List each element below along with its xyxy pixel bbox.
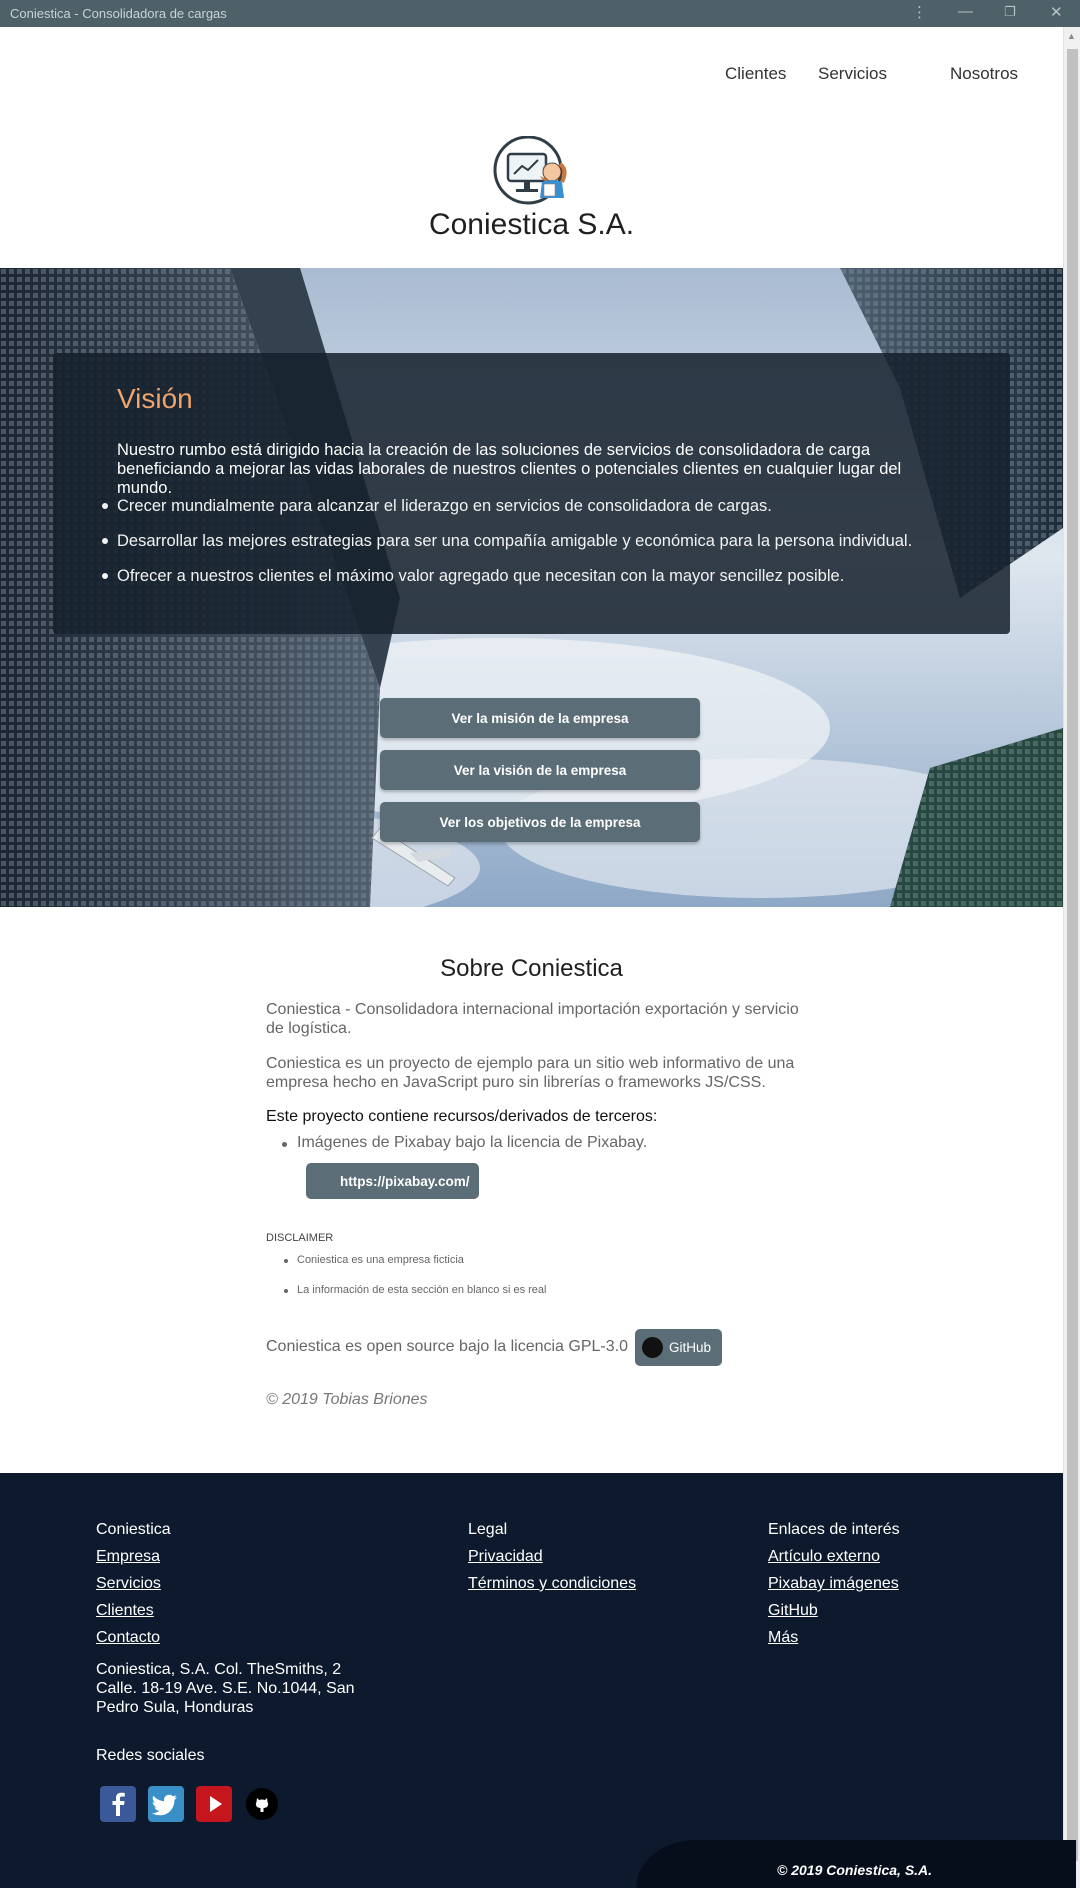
- vision-points: Crecer mundialmente para alcanzar el lid…: [102, 497, 977, 602]
- license-text: Coniestica es open source bajo la licenc…: [266, 1338, 628, 1355]
- footer-link-empresa[interactable]: Empresa: [96, 1548, 160, 1566]
- window-titlebar: Coniestica - Consolidadora de cargas ⋮ —…: [0, 0, 1080, 27]
- list-bullet: [284, 1289, 288, 1293]
- about-copyright: © 2019 Tobias Briones: [266, 1391, 428, 1408]
- footer-link-mas[interactable]: Más: [768, 1629, 798, 1647]
- scroll-up-icon[interactable]: ▲: [1067, 31, 1076, 41]
- footer-col3-heading: Enlaces de interés: [768, 1521, 900, 1538]
- nav-clientes[interactable]: Clientes: [725, 64, 786, 84]
- vision-point: Crecer mundialmente para alcanzar el lid…: [102, 497, 977, 532]
- github-icon[interactable]: [244, 1786, 280, 1822]
- footer-col2-heading: Legal: [468, 1521, 508, 1538]
- footer-link-terminos[interactable]: Términos y condiciones: [468, 1575, 636, 1593]
- github-button[interactable]: GitHub: [635, 1329, 722, 1366]
- view-objectives-button[interactable]: Ver los objetivos de la empresa: [380, 802, 700, 842]
- list-bullet: [282, 1142, 287, 1147]
- site-footer: Coniestica Empresa Servicios Clientes Co…: [0, 1473, 1076, 1888]
- close-icon[interactable]: ✕: [1050, 3, 1063, 21]
- vision-title: Visión: [117, 383, 193, 414]
- vision-point: Ofrecer a nuestros clientes el máximo va…: [102, 567, 977, 602]
- more-options-icon[interactable]: ⋮: [912, 3, 927, 21]
- restore-icon[interactable]: ❐: [1004, 4, 1016, 20]
- footer-link-github[interactable]: GitHub: [768, 1602, 818, 1620]
- github-icon: [642, 1337, 663, 1358]
- window-title: Coniestica - Consolidadora de cargas: [10, 6, 227, 21]
- about-title: Sobre Coniestica: [440, 955, 623, 982]
- vision-panel: Visión Nuestro rumbo está dirigido hacia…: [53, 353, 1010, 634]
- footer-link-contacto[interactable]: Contacto: [96, 1629, 160, 1647]
- footer-address: Coniestica, S.A. Col. TheSmiths, 2 Calle…: [96, 1661, 355, 1716]
- footer-link-servicios[interactable]: Servicios: [96, 1575, 161, 1593]
- footer-link-privacidad[interactable]: Privacidad: [468, 1548, 543, 1566]
- scrollbar[interactable]: ▲ ▼: [1063, 27, 1080, 1888]
- footer-link-pixabay[interactable]: Pixabay imágenes: [768, 1575, 899, 1593]
- brand-title: Coniestica S.A.: [428, 208, 635, 241]
- vision-point: Desarrollar las mejores estrategias para…: [102, 532, 977, 567]
- disclaimer-item: Coniestica es una empresa ficticia: [297, 1254, 464, 1266]
- nav-servicios[interactable]: Servicios: [818, 64, 887, 84]
- disclaimer-heading: DISCLAIMER: [266, 1232, 334, 1244]
- view-vision-button[interactable]: Ver la visión de la empresa: [380, 750, 700, 790]
- third-party-item: Imágenes de Pixabay bajo la licencia de …: [297, 1134, 648, 1151]
- company-logo-icon: [493, 136, 567, 205]
- hero-section: Visión Nuestro rumbo está dirigido hacia…: [0, 268, 1063, 907]
- about-paragraph-1: Coniestica - Consolidadora internacional…: [266, 1001, 799, 1037]
- about-paragraph-2: Coniestica es un proyecto de ejemplo par…: [266, 1055, 795, 1091]
- youtube-icon[interactable]: [196, 1786, 232, 1822]
- footer-col1-heading: Coniestica: [96, 1521, 171, 1538]
- social-heading: Redes sociales: [96, 1747, 205, 1764]
- twitter-icon[interactable]: [148, 1786, 184, 1822]
- footer-copyright: © 2019 Coniestica, S.A.: [777, 1862, 933, 1878]
- disclaimer-item: La información de esta sección en blanco…: [297, 1284, 547, 1296]
- footer-link-articulo[interactable]: Artículo externo: [768, 1548, 880, 1566]
- vision-intro: Nuestro rumbo está dirigido hacia la cre…: [117, 441, 902, 497]
- nav-nosotros[interactable]: Nosotros: [950, 64, 1018, 84]
- facebook-icon[interactable]: [100, 1786, 136, 1822]
- list-bullet: [284, 1259, 288, 1263]
- footer-link-clientes[interactable]: Clientes: [96, 1602, 154, 1620]
- third-party-heading: Este proyecto contiene recursos/derivado…: [266, 1108, 658, 1125]
- github-button-label: GitHub: [669, 1340, 712, 1355]
- scrollbar-thumb[interactable]: [1067, 49, 1078, 1861]
- pixabay-link-button[interactable]: https://pixabay.com/: [306, 1163, 479, 1199]
- minimize-icon[interactable]: —: [958, 3, 973, 20]
- view-mission-button[interactable]: Ver la misión de la empresa: [380, 698, 700, 738]
